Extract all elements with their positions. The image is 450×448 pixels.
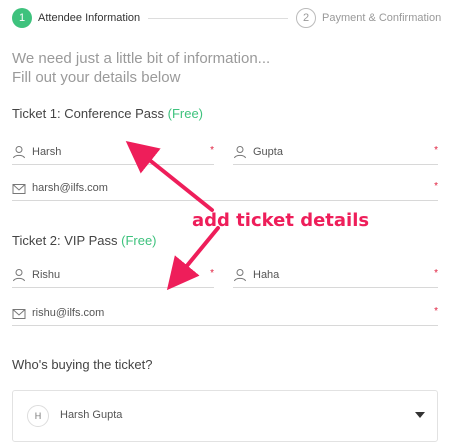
ticket-1-price: (Free)	[167, 106, 203, 121]
annotation-label: add ticket details	[192, 210, 370, 231]
field-underline	[12, 287, 214, 288]
ticket-2-title: Ticket 2: VIP Pass (Free)	[12, 233, 157, 248]
ticket-1-first-name-field[interactable]: Harsh *	[12, 145, 214, 165]
step-1-label: Attendee Information	[38, 12, 141, 24]
person-icon	[13, 269, 25, 282]
person-icon	[234, 146, 246, 159]
buyer-selected-value: Harsh Gupta	[60, 409, 123, 421]
field-underline	[12, 325, 438, 326]
person-icon	[13, 146, 25, 159]
ticket-1-email-value: harsh@ilfs.com	[32, 182, 108, 194]
ticket-1-first-name-value: Harsh	[32, 146, 62, 158]
step-2-label: Payment & Confirmation	[322, 12, 442, 24]
ticket-2-last-name-field[interactable]: Haha *	[233, 268, 438, 288]
required-marker: *	[434, 181, 438, 192]
required-marker: *	[210, 145, 214, 156]
ticket-2-email-value: rishu@ilfs.com	[32, 307, 105, 319]
envelope-icon	[12, 184, 26, 194]
step-2-indicator: 2	[296, 8, 316, 28]
ticket-2-price: (Free)	[121, 233, 157, 248]
intro-line-1: We need just a little bit of information…	[12, 50, 271, 67]
buyer-question: Who's buying the ticket?	[12, 357, 153, 372]
step-1-indicator: 1	[12, 8, 32, 28]
buyer-select[interactable]: H Harsh Gupta	[12, 390, 438, 442]
field-underline	[233, 287, 438, 288]
stepper-connector	[148, 18, 288, 19]
envelope-icon	[12, 309, 26, 319]
avatar: H	[27, 405, 49, 427]
ticket-2-name: Ticket 2: VIP Pass	[12, 233, 118, 248]
ticket-2-first-name-value: Rishu	[32, 269, 61, 281]
caret-down-icon[interactable]	[415, 412, 425, 418]
person-icon	[234, 269, 246, 282]
ticket-1-title: Ticket 1: Conference Pass (Free)	[12, 106, 203, 121]
required-marker: *	[434, 268, 438, 279]
ticket-2-email-field[interactable]: rishu@ilfs.com *	[12, 306, 438, 326]
field-underline	[12, 164, 214, 165]
required-marker: *	[434, 306, 438, 317]
field-underline	[12, 200, 438, 201]
intro-line-2: Fill out your details below	[12, 69, 181, 86]
field-underline	[233, 164, 438, 165]
ticket-1-last-name-field[interactable]: Gupta *	[233, 145, 438, 165]
ticket-1-email-field[interactable]: harsh@ilfs.com *	[12, 181, 438, 201]
ticket-1-name: Ticket 1: Conference Pass	[12, 106, 164, 121]
ticket-2-first-name-field[interactable]: Rishu *	[12, 268, 214, 288]
ticket-2-last-name-value: Haha	[253, 269, 280, 281]
required-marker: *	[210, 268, 214, 279]
ticket-1-last-name-value: Gupta	[253, 146, 283, 158]
required-marker: *	[434, 145, 438, 156]
